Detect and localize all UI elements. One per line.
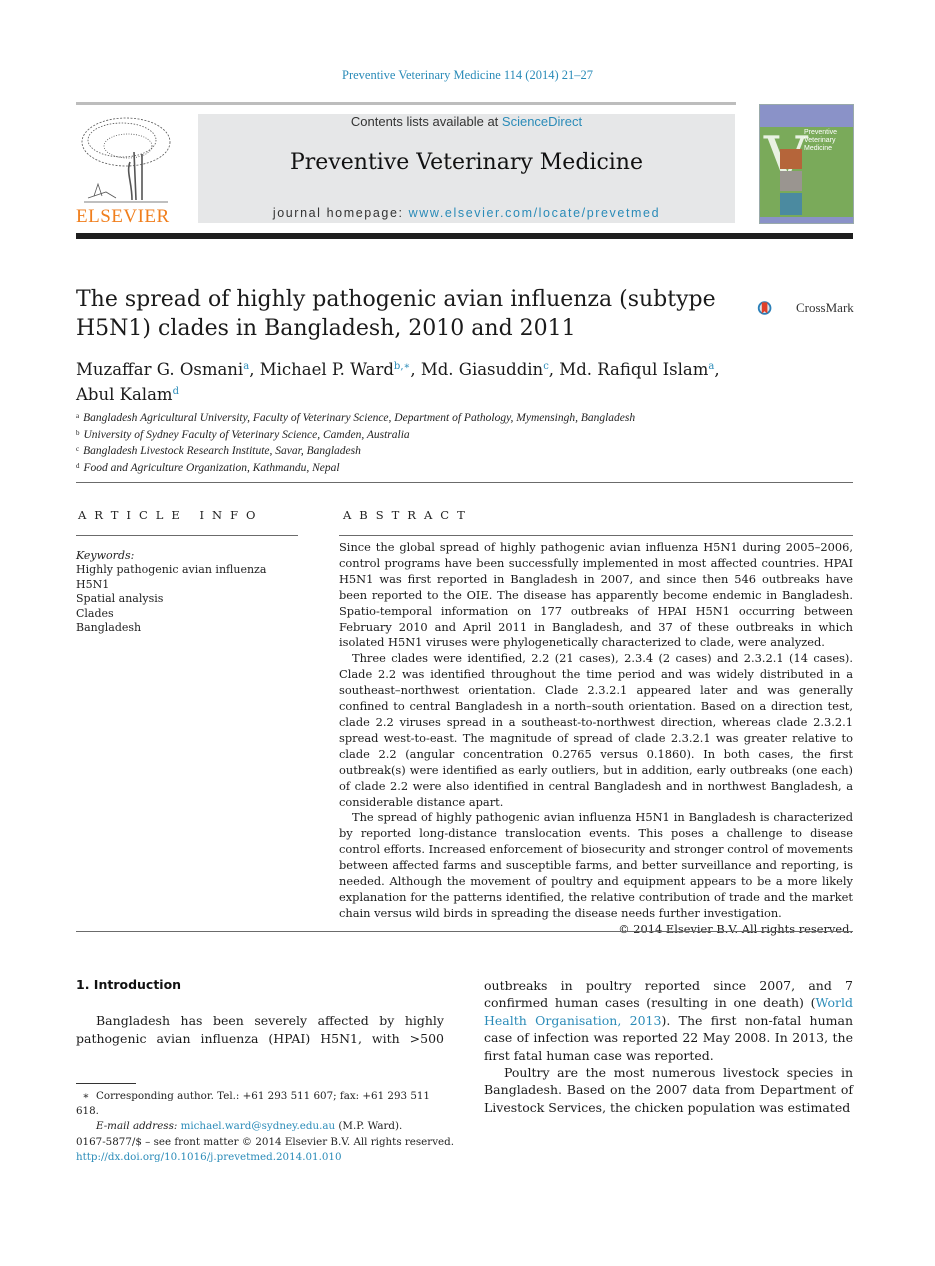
homepage-line: journal homepage: www.elsevier.com/locat…	[198, 206, 735, 220]
email-label: E-mail address:	[96, 1120, 178, 1132]
body-right-column: outbreaks in poultry reported since 2007…	[484, 977, 853, 1116]
affiliation-key: d	[76, 461, 80, 470]
keyword-item: Highly pathogenic avian influenza	[76, 563, 267, 577]
contents-line: Contents lists available at ScienceDirec…	[198, 114, 735, 129]
cover-photo-cattle	[780, 171, 802, 191]
abstract-heading: ABSTRACT	[343, 508, 473, 522]
abstract-body: Since the global spread of highly pathog…	[339, 540, 853, 938]
body-paragraph: Bangladesh has been severely affected by…	[76, 1013, 444, 1046]
author-name: Michael P. Ward	[259, 360, 394, 379]
keyword-item: Bangladesh	[76, 621, 142, 635]
author-affiliation-marker[interactable]: b,∗	[394, 361, 410, 372]
abstract-paragraph: Since the global spread of highly pathog…	[339, 540, 853, 650]
affiliation-text: Bangladesh Agricultural University, Facu…	[83, 412, 636, 424]
sciencedirect-link[interactable]: ScienceDirect	[502, 114, 582, 129]
doi-link[interactable]: http://dx.doi.org/10.1016/j.prevetmed.20…	[76, 1151, 342, 1163]
keyword-item: Spatial analysis	[76, 592, 164, 606]
author[interactable]: Michael P. Wardb,∗	[260, 360, 411, 379]
article-info-divider	[76, 535, 298, 536]
abstract-copyright: © 2014 Elsevier B.V. All rights reserved…	[618, 921, 853, 936]
affiliation-item: b University of Sydney Faculty of Veterin…	[76, 426, 876, 443]
author-separator: ,	[548, 360, 560, 379]
affiliation-item: c Bangladesh Livestock Research Institute…	[76, 442, 876, 459]
author[interactable]: Abul Kalamd	[76, 385, 179, 404]
author-name: Md. Giasuddin	[420, 360, 544, 379]
affiliation-key: a	[76, 412, 80, 420]
affiliation-item: d Food and Agriculture Organization, Kath…	[76, 459, 876, 476]
author-separator: ,	[714, 360, 720, 379]
front-matter: 0167-5877/$ – see front matter © 2014 El…	[76, 1135, 456, 1165]
body-text: outbreaks in poultry reported since 2007…	[484, 978, 853, 1011]
author-separator: ,	[249, 360, 260, 379]
author-name: Abul Kalam	[76, 385, 173, 404]
affiliation-text: University of Sydney Faculty of Veterina…	[83, 428, 410, 441]
body-paragraph: outbreaks in poultry reported since 2007…	[484, 977, 853, 1064]
author-separator: ,	[410, 360, 421, 379]
section-heading-introduction: 1. Introduction	[76, 977, 182, 992]
keyword-item: Clades	[76, 606, 114, 620]
abstract-paragraph: The spread of highly pathogenic avian in…	[339, 810, 853, 920]
author-affiliation-marker[interactable]: d	[173, 386, 179, 397]
author[interactable]: Md. Giasuddinc	[421, 360, 549, 379]
affiliation-text: Bangladesh Livestock Research Institute,…	[83, 445, 361, 457]
body-left-column: Bangladesh has been severely affected by…	[76, 1012, 444, 1047]
journal-cover-thumbnail[interactable]: V Preventive Veterinary Medicine	[759, 104, 854, 224]
abstract-divider	[339, 535, 853, 536]
email-suffix: (M.P. Ward).	[335, 1120, 403, 1132]
running-head[interactable]: Preventive Veterinary Medicine 114 (2014…	[0, 68, 935, 83]
cover-photo-chickens	[780, 149, 802, 169]
header-top-rule	[76, 102, 736, 105]
article-title: The spread of highly pathogenic avian in…	[76, 287, 716, 341]
article-info-heading: ARTICLE INFO	[78, 508, 264, 522]
body-paragraph: Poultry are the most numerous livestock …	[484, 1065, 853, 1115]
journal-homepage-link[interactable]: www.elsevier.com/locate/prevetmed	[409, 206, 661, 220]
author-name: Md. Rafiqul Islam	[559, 360, 709, 379]
keywords-label: Keywords:	[76, 549, 135, 562]
contents-prefix: Contents lists available at	[350, 114, 502, 129]
affiliation-text: Food and Agriculture Organization, Kathm…	[83, 461, 340, 474]
email-link[interactable]: michael.ward@sydney.edu.au	[181, 1120, 336, 1132]
homepage-prefix: journal homepage:	[272, 206, 409, 220]
journal-title: Preventive Veterinary Medicine	[289, 150, 643, 175]
cover-title: Preventive Veterinary Medicine	[804, 129, 838, 152]
elsevier-wordmark[interactable]: ELSEVIER	[76, 206, 170, 228]
keyword-item: H5N1	[76, 577, 110, 591]
footnote-star: ∗	[82, 1090, 90, 1102]
crossmark-icon[interactable]	[757, 289, 797, 327]
keywords-block: Keywords: Highly pathogenic avian influe…	[76, 549, 306, 635]
abstract-bottom-divider	[76, 931, 853, 932]
affiliation-list: a Bangladesh Agricultural University, Fac…	[76, 409, 876, 475]
crossmark-label[interactable]: CrossMark	[796, 300, 854, 316]
corresponding-author-footnote: ∗ Corresponding author. Tel.: +61 293 511…	[76, 1089, 456, 1134]
author-list: Muzaffar G. Osmania, Michael P. Wardb,∗,…	[76, 356, 776, 406]
affiliation-key: b	[76, 428, 80, 437]
affiliation-item: a Bangladesh Agricultural University, Fac…	[76, 409, 876, 426]
author[interactable]: Muzaffar G. Osmania	[76, 360, 249, 379]
author-name: Muzaffar G. Osmani	[76, 360, 244, 379]
footnote-rule	[76, 1083, 136, 1084]
cover-photo-fish	[780, 193, 802, 215]
header-bottom-rule	[76, 233, 853, 239]
abstract-paragraph: Three clades were identified, 2.2 (21 ca…	[339, 651, 853, 809]
affiliation-key: c	[76, 445, 80, 453]
corresponding-author-text: Corresponding author. Tel.: +61 293 511 …	[76, 1090, 430, 1117]
affiliations-divider	[76, 482, 853, 483]
author[interactable]: Md. Rafiqul Islama	[559, 360, 714, 379]
cover-bottom-band	[760, 217, 853, 223]
front-matter-text: 0167-5877/$ – see front matter © 2014 El…	[76, 1136, 454, 1148]
